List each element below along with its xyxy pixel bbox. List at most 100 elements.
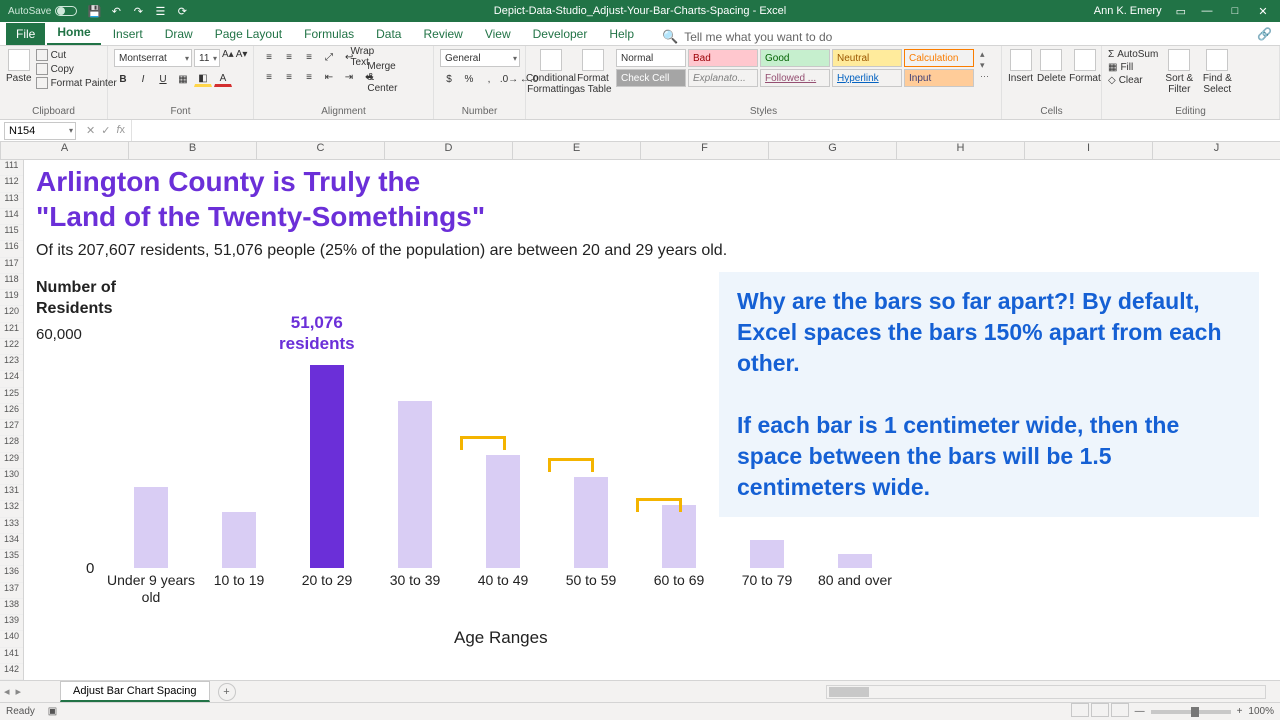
increase-indent-icon[interactable]: ⇥ bbox=[340, 69, 358, 85]
column-header[interactable]: B bbox=[129, 142, 257, 159]
bar[interactable] bbox=[838, 554, 872, 568]
style-explanatory[interactable]: Explanato... bbox=[688, 69, 758, 87]
tab-file[interactable]: File bbox=[6, 23, 45, 45]
align-left-icon[interactable]: ≡ bbox=[260, 69, 278, 85]
paste-button[interactable]: Paste bbox=[6, 49, 32, 84]
fx-icon[interactable]: fx bbox=[116, 124, 125, 137]
row-header[interactable]: 128 bbox=[0, 436, 23, 452]
horizontal-scrollbar[interactable] bbox=[826, 685, 1266, 699]
tab-page-layout[interactable]: Page Layout bbox=[205, 23, 292, 45]
row-header[interactable]: 118 bbox=[0, 274, 23, 290]
cancel-formula-icon[interactable]: ✕ bbox=[86, 124, 95, 137]
align-top-icon[interactable]: ≡ bbox=[260, 49, 278, 65]
row-header[interactable]: 120 bbox=[0, 306, 23, 322]
row-header[interactable]: 141 bbox=[0, 648, 23, 664]
bar[interactable] bbox=[486, 455, 520, 568]
conditional-formatting-button[interactable]: Conditional Formatting bbox=[532, 49, 570, 95]
border-button[interactable]: ▦ bbox=[174, 71, 192, 87]
undo-icon[interactable]: ↶ bbox=[109, 4, 123, 18]
column-header[interactable]: H bbox=[897, 142, 1025, 159]
underline-button[interactable]: U bbox=[154, 71, 172, 87]
align-middle-icon[interactable]: ≡ bbox=[280, 49, 298, 65]
copy-button[interactable]: Copy bbox=[36, 63, 117, 75]
sheet-nav-last-icon[interactable]: ▸ bbox=[16, 685, 22, 698]
format-as-table-button[interactable]: Format as Table bbox=[574, 49, 612, 95]
style-good[interactable]: Good bbox=[760, 49, 830, 67]
refresh-icon[interactable]: ⟳ bbox=[175, 4, 189, 18]
orientation-icon[interactable]: ⤢ bbox=[320, 49, 338, 65]
style-input[interactable]: Input bbox=[904, 69, 974, 87]
row-header[interactable]: 119 bbox=[0, 290, 23, 306]
close-icon[interactable]: ✕ bbox=[1256, 5, 1270, 18]
font-color-button[interactable]: A bbox=[214, 71, 232, 87]
styles-scroll-up-icon[interactable]: ▴ bbox=[980, 49, 989, 60]
column-header[interactable]: I bbox=[1025, 142, 1153, 159]
decrease-font-icon[interactable]: A▾ bbox=[236, 49, 248, 67]
align-center-icon[interactable]: ≡ bbox=[280, 69, 298, 85]
bar[interactable] bbox=[398, 401, 432, 568]
tab-insert[interactable]: Insert bbox=[103, 23, 153, 45]
zoom-in-icon[interactable]: + bbox=[1237, 706, 1243, 717]
row-header[interactable]: 129 bbox=[0, 453, 23, 469]
column-header[interactable]: F bbox=[641, 142, 769, 159]
row-header[interactable]: 114 bbox=[0, 209, 23, 225]
tab-draw[interactable]: Draw bbox=[155, 23, 203, 45]
row-header[interactable]: 127 bbox=[0, 420, 23, 436]
user-name[interactable]: Ann K. Emery bbox=[1094, 5, 1162, 17]
row-header[interactable]: 122 bbox=[0, 339, 23, 355]
tab-home[interactable]: Home bbox=[47, 21, 100, 45]
increase-decimal-icon[interactable]: .0→ bbox=[500, 71, 518, 87]
row-header[interactable]: 137 bbox=[0, 583, 23, 599]
row-header[interactable]: 121 bbox=[0, 323, 23, 339]
tab-data[interactable]: Data bbox=[366, 23, 411, 45]
zoom-level[interactable]: 100% bbox=[1248, 706, 1274, 717]
style-normal[interactable]: Normal bbox=[616, 49, 686, 67]
clear-button[interactable]: ◇Clear bbox=[1108, 75, 1158, 86]
insert-cells-button[interactable]: Insert bbox=[1008, 49, 1033, 84]
row-header[interactable]: 136 bbox=[0, 566, 23, 582]
bar[interactable] bbox=[310, 365, 344, 568]
row-header[interactable]: 125 bbox=[0, 388, 23, 404]
row-header[interactable]: 133 bbox=[0, 518, 23, 534]
row-headers[interactable]: 1111121131141151161171181191201211221231… bbox=[0, 160, 24, 680]
font-size-dropdown[interactable]: 11 bbox=[194, 49, 220, 67]
tab-review[interactable]: Review bbox=[413, 23, 472, 45]
styles-more-icon[interactable]: ⋯ bbox=[980, 71, 989, 82]
row-header[interactable]: 112 bbox=[0, 176, 23, 192]
column-header[interactable]: G bbox=[769, 142, 897, 159]
maximize-icon[interactable]: □ bbox=[1228, 5, 1242, 17]
cut-button[interactable]: Cut bbox=[36, 49, 117, 61]
tab-formulas[interactable]: Formulas bbox=[294, 23, 364, 45]
row-header[interactable]: 142 bbox=[0, 664, 23, 680]
row-header[interactable]: 132 bbox=[0, 501, 23, 517]
new-sheet-button[interactable]: + bbox=[218, 683, 236, 701]
autosum-button[interactable]: ΣAutoSum bbox=[1108, 49, 1158, 60]
increase-font-icon[interactable]: A▴ bbox=[222, 49, 234, 67]
column-headers[interactable]: ABCDEFGHIJ bbox=[0, 142, 1280, 160]
italic-button[interactable]: I bbox=[134, 71, 152, 87]
comma-format-icon[interactable]: , bbox=[480, 71, 498, 87]
row-header[interactable]: 124 bbox=[0, 371, 23, 387]
minimize-icon[interactable]: — bbox=[1200, 5, 1214, 17]
fill-button[interactable]: ▦Fill bbox=[1108, 62, 1158, 73]
bar[interactable] bbox=[222, 512, 256, 568]
style-check-cell[interactable]: Check Cell bbox=[616, 69, 686, 87]
row-header[interactable]: 130 bbox=[0, 469, 23, 485]
bar[interactable] bbox=[750, 540, 784, 568]
view-buttons[interactable] bbox=[1069, 703, 1129, 720]
macro-record-icon[interactable]: ▣ bbox=[48, 706, 57, 717]
bar[interactable] bbox=[662, 505, 696, 568]
tell-me-search[interactable]: 🔍 Tell me what you want to do bbox=[646, 29, 832, 45]
column-header[interactable]: A bbox=[1, 142, 129, 159]
redo-icon[interactable]: ↷ bbox=[131, 4, 145, 18]
align-right-icon[interactable]: ≡ bbox=[300, 69, 318, 85]
enter-formula-icon[interactable]: ✓ bbox=[101, 124, 110, 137]
tab-developer[interactable]: Developer bbox=[523, 23, 598, 45]
row-header[interactable]: 139 bbox=[0, 615, 23, 631]
font-family-dropdown[interactable]: Montserrat bbox=[114, 49, 192, 67]
column-header[interactable]: J bbox=[1153, 142, 1280, 159]
bold-button[interactable]: B bbox=[114, 71, 132, 87]
number-format-dropdown[interactable]: General bbox=[440, 49, 520, 67]
tab-help[interactable]: Help bbox=[599, 23, 644, 45]
style-followed-link[interactable]: Followed ... bbox=[760, 69, 830, 87]
